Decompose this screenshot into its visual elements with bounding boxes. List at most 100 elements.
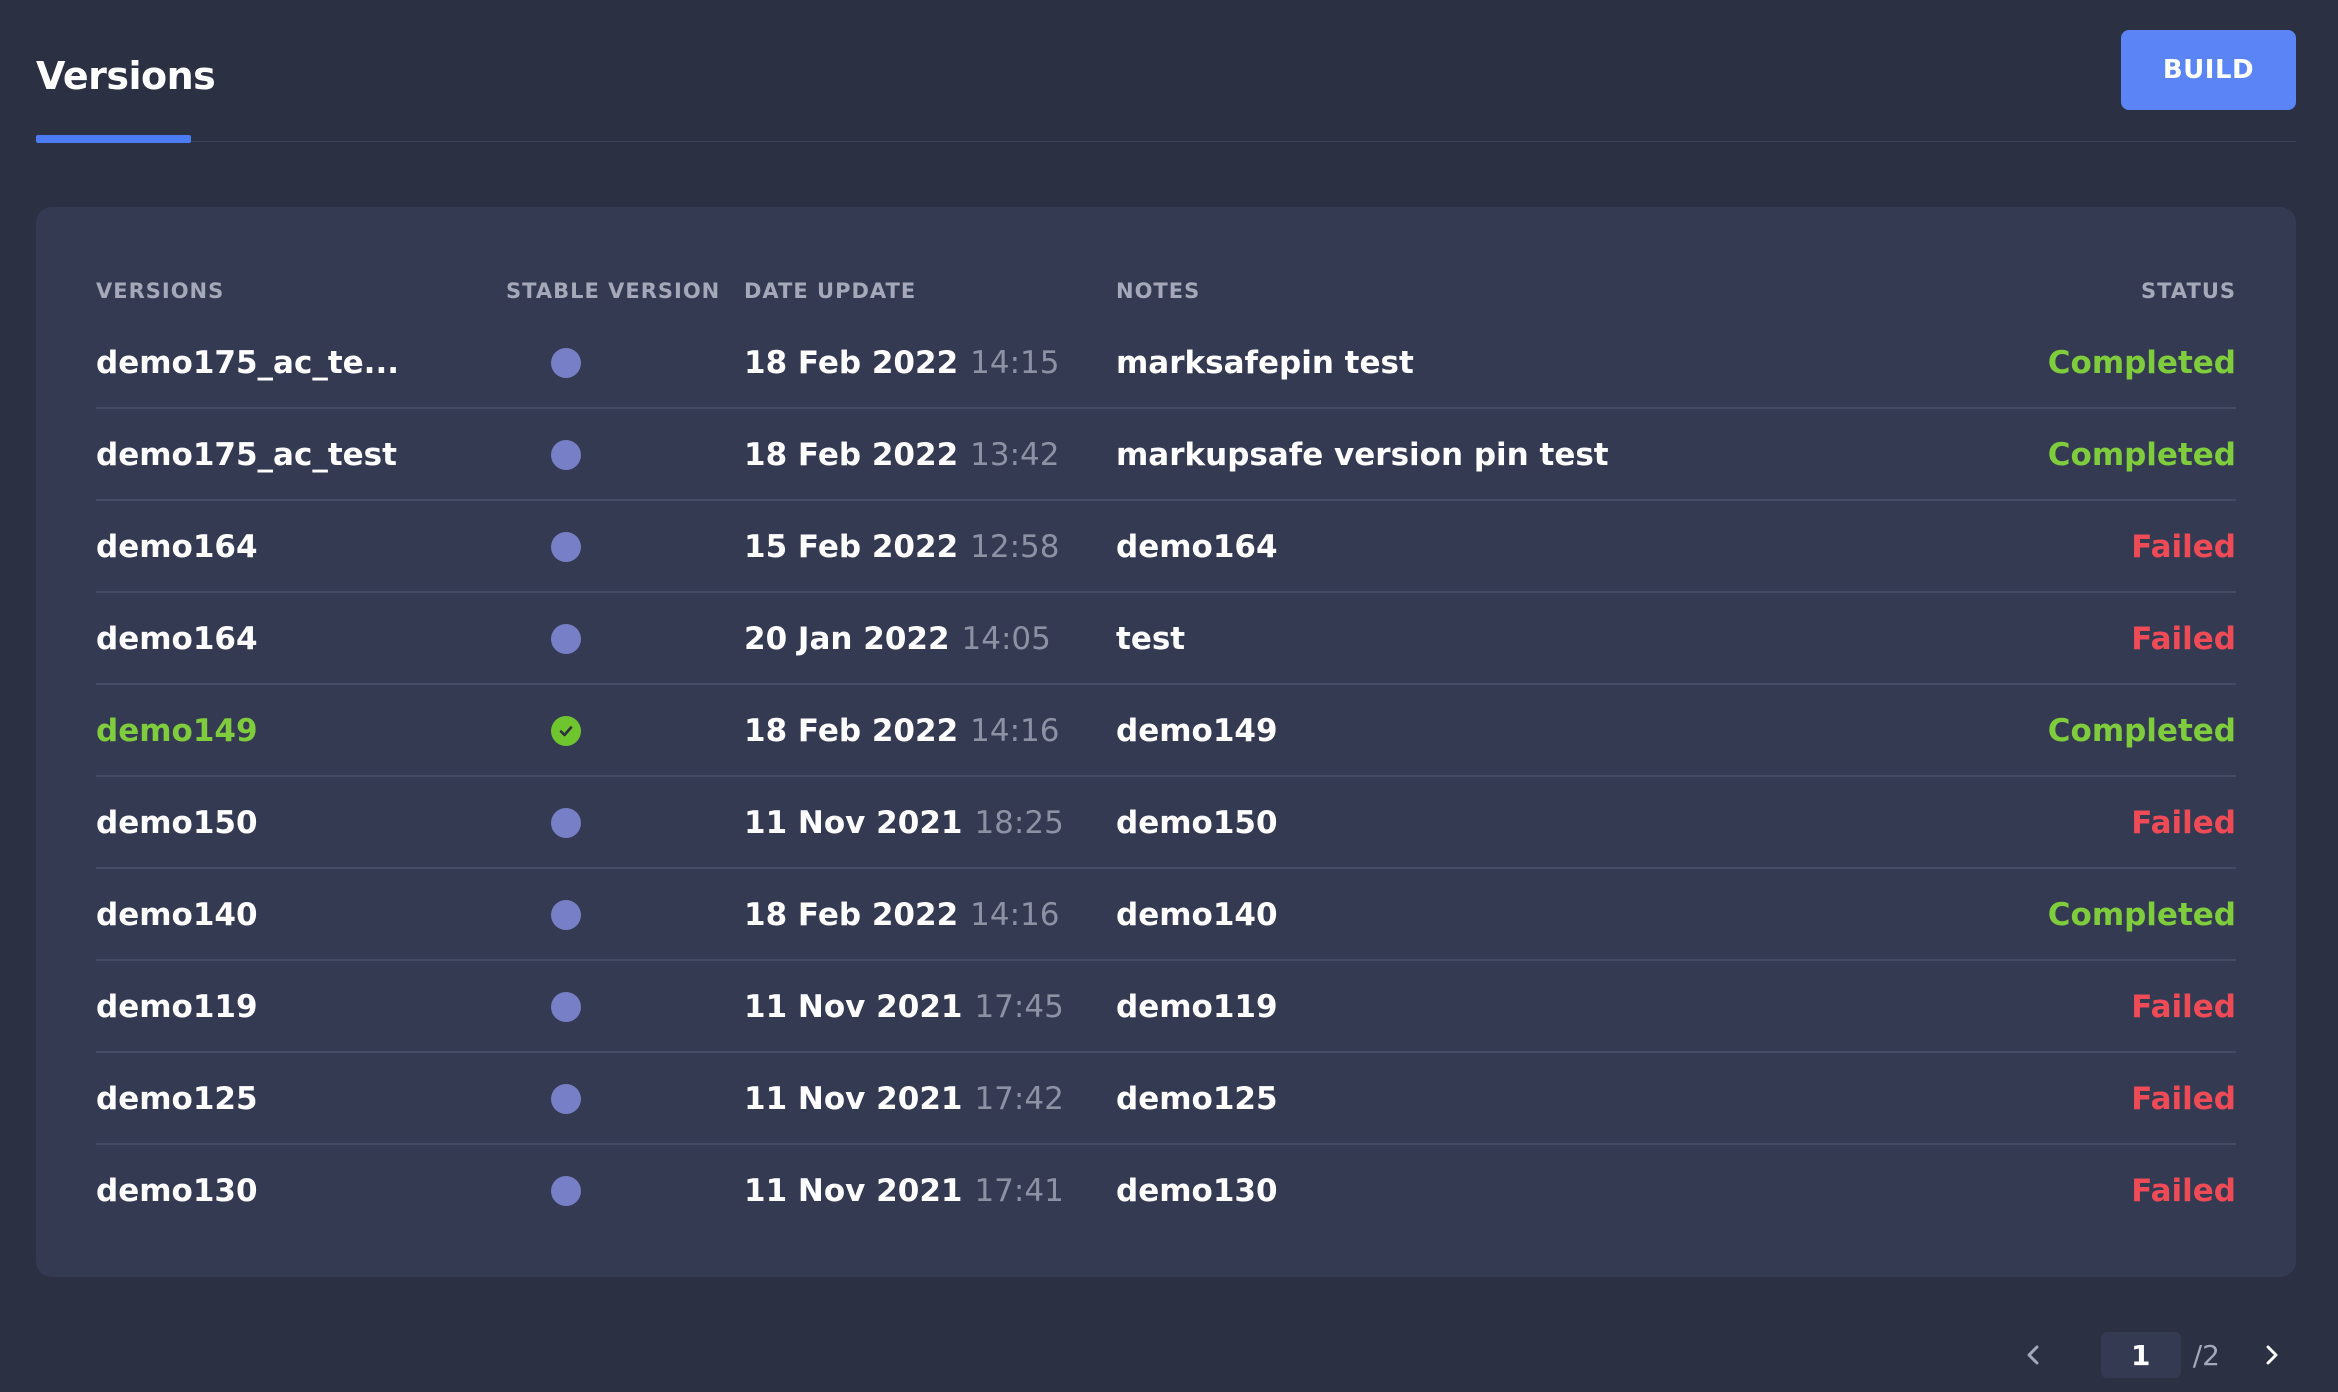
- date-update: 20 Jan 2022 14:05: [744, 593, 1051, 685]
- table-row[interactable]: demo150 11 Nov 2021 18:25 demo150 Failed: [96, 777, 2236, 869]
- table-row[interactable]: demo164 20 Jan 2022 14:05 test Failed: [96, 593, 2236, 685]
- stable-dot-icon: [551, 808, 581, 838]
- stable-version-indicator[interactable]: [550, 409, 582, 501]
- tab-active-indicator: [36, 135, 191, 143]
- date-update: 15 Feb 2022 12:58: [744, 501, 1059, 593]
- stable-version-indicator[interactable]: [550, 961, 582, 1053]
- stable-dot-icon: [551, 1176, 581, 1206]
- version-name[interactable]: demo140: [96, 869, 258, 961]
- date-value: 18 Feb 2022: [744, 437, 959, 473]
- table-row[interactable]: demo175_ac_test 18 Feb 2022 13:42 markupsaf…: [96, 409, 2236, 501]
- notes: marksafepin test: [1116, 345, 1414, 381]
- version-name[interactable]: demo175_ac_te...: [96, 317, 399, 409]
- stable-version-indicator[interactable]: [550, 501, 582, 593]
- time-value: 14:16: [970, 897, 1060, 933]
- version-name[interactable]: demo125: [96, 1053, 258, 1145]
- time-value: 17:41: [974, 1173, 1064, 1209]
- stable-version-indicator[interactable]: [550, 593, 582, 685]
- column-header-date-update[interactable]: DATE UPDATE: [744, 279, 916, 303]
- date-value: 20 Jan 2022: [744, 621, 950, 657]
- time-value: 14:05: [961, 621, 1051, 657]
- build-button[interactable]: BUILD: [2121, 30, 2296, 110]
- date-update: 18 Feb 2022 14:16: [744, 685, 1059, 777]
- version-name[interactable]: demo130: [96, 1145, 258, 1237]
- stable-dot-icon: [551, 900, 581, 930]
- date-update: 18 Feb 2022 14:16: [744, 869, 1059, 961]
- time-value: 17:45: [974, 989, 1064, 1025]
- table-row[interactable]: demo140 18 Feb 2022 14:16 demo140 Completed: [96, 869, 2236, 961]
- notes: demo125: [1116, 1081, 1278, 1117]
- time-value: 17:42: [974, 1081, 1064, 1117]
- date-update: 18 Feb 2022 13:42: [744, 409, 1059, 501]
- column-header-status[interactable]: STATUS: [2141, 279, 2236, 303]
- table-row[interactable]: demo149 18 Feb 2022 14:16 demo149 Completed: [96, 685, 2236, 777]
- tab-versions[interactable]: Versions: [36, 54, 216, 143]
- stable-dot-icon: [551, 992, 581, 1022]
- notes: demo119: [1116, 989, 1278, 1025]
- tab-versions-label: Versions: [36, 54, 216, 98]
- date-value: 11 Nov 2021: [744, 805, 963, 841]
- stable-version-indicator[interactable]: [550, 1145, 582, 1237]
- versions-page: Versions BUILD VERSIONS STABLE VERSION D…: [0, 0, 2338, 1392]
- date-value: 18 Feb 2022: [744, 897, 959, 933]
- notes: demo150: [1116, 805, 1278, 841]
- stable-version-indicator[interactable]: [550, 777, 582, 869]
- notes: test: [1116, 621, 1186, 657]
- notes: markupsafe version pin test: [1116, 437, 1609, 473]
- status-badge: Failed: [2131, 621, 2236, 657]
- version-name[interactable]: demo149: [96, 685, 258, 777]
- stable-version-indicator[interactable]: [550, 317, 582, 409]
- status-badge: Failed: [2131, 1081, 2236, 1117]
- version-name[interactable]: demo164: [96, 593, 258, 685]
- date-value: 11 Nov 2021: [744, 1173, 963, 1209]
- table-row[interactable]: demo125 11 Nov 2021 17:42 demo125 Failed: [96, 1053, 2236, 1145]
- notes: demo130: [1116, 1173, 1278, 1209]
- status-badge: Failed: [2131, 805, 2236, 841]
- stable-dot-icon: [551, 1084, 581, 1114]
- notes: demo164: [1116, 529, 1278, 565]
- status-badge: Completed: [2047, 897, 2236, 933]
- table-row[interactable]: demo175_ac_te... 18 Feb 2022 14:15 marksafe…: [96, 317, 2236, 409]
- table-row[interactable]: demo119 11 Nov 2021 17:45 demo119 Failed: [96, 961, 2236, 1053]
- date-value: 18 Feb 2022: [744, 713, 959, 749]
- stable-version-indicator[interactable]: [550, 869, 582, 961]
- check-circle-icon: [551, 716, 581, 746]
- column-header-notes[interactable]: NOTES: [1116, 279, 1200, 303]
- table-row[interactable]: demo164 15 Feb 2022 12:58 demo164 Failed: [96, 501, 2236, 593]
- version-name[interactable]: demo164: [96, 501, 258, 593]
- versions-table: VERSIONS STABLE VERSION DATE UPDATE NOTE…: [96, 267, 2236, 1237]
- time-value: 14:15: [970, 345, 1060, 381]
- date-value: 15 Feb 2022: [744, 529, 959, 565]
- version-name[interactable]: demo119: [96, 961, 258, 1053]
- total-pages: /2: [2192, 1338, 2220, 1372]
- time-value: 14:16: [970, 713, 1060, 749]
- date-value: 18 Feb 2022: [744, 345, 959, 381]
- time-value: 13:42: [970, 437, 1060, 473]
- version-name[interactable]: demo150: [96, 777, 258, 869]
- stable-dot-icon: [551, 624, 581, 654]
- stable-version-indicator[interactable]: [550, 1053, 582, 1145]
- stable-dot-icon: [551, 348, 581, 378]
- status-badge: Completed: [2047, 437, 2236, 473]
- chevron-left-icon[interactable]: [2009, 1330, 2059, 1380]
- stable-dot-icon: [551, 532, 581, 562]
- column-header-versions[interactable]: VERSIONS: [96, 279, 224, 303]
- version-name[interactable]: demo175_ac_test: [96, 409, 397, 501]
- table-body: demo175_ac_te... 18 Feb 2022 14:15 marksafe…: [96, 317, 2236, 1237]
- status-badge: Completed: [2047, 713, 2236, 749]
- column-header-stable-version[interactable]: STABLE VERSION: [506, 279, 720, 303]
- status-badge: Completed: [2047, 345, 2236, 381]
- stable-version-indicator[interactable]: [550, 685, 582, 777]
- status-badge: Failed: [2131, 989, 2236, 1025]
- date-update: 11 Nov 2021 17:41: [744, 1145, 1064, 1237]
- chevron-right-icon[interactable]: [2246, 1330, 2296, 1380]
- pagination: 1 /2: [2009, 1330, 2296, 1380]
- date-value: 11 Nov 2021: [744, 989, 963, 1025]
- table-header: VERSIONS STABLE VERSION DATE UPDATE NOTE…: [96, 267, 2236, 317]
- table-row[interactable]: demo130 11 Nov 2021 17:41 demo130 Failed: [96, 1145, 2236, 1237]
- time-value: 12:58: [970, 529, 1060, 565]
- notes: demo149: [1116, 713, 1278, 749]
- current-page[interactable]: 1: [2100, 1332, 2181, 1378]
- time-value: 18:25: [974, 805, 1064, 841]
- status-badge: Failed: [2131, 1173, 2236, 1209]
